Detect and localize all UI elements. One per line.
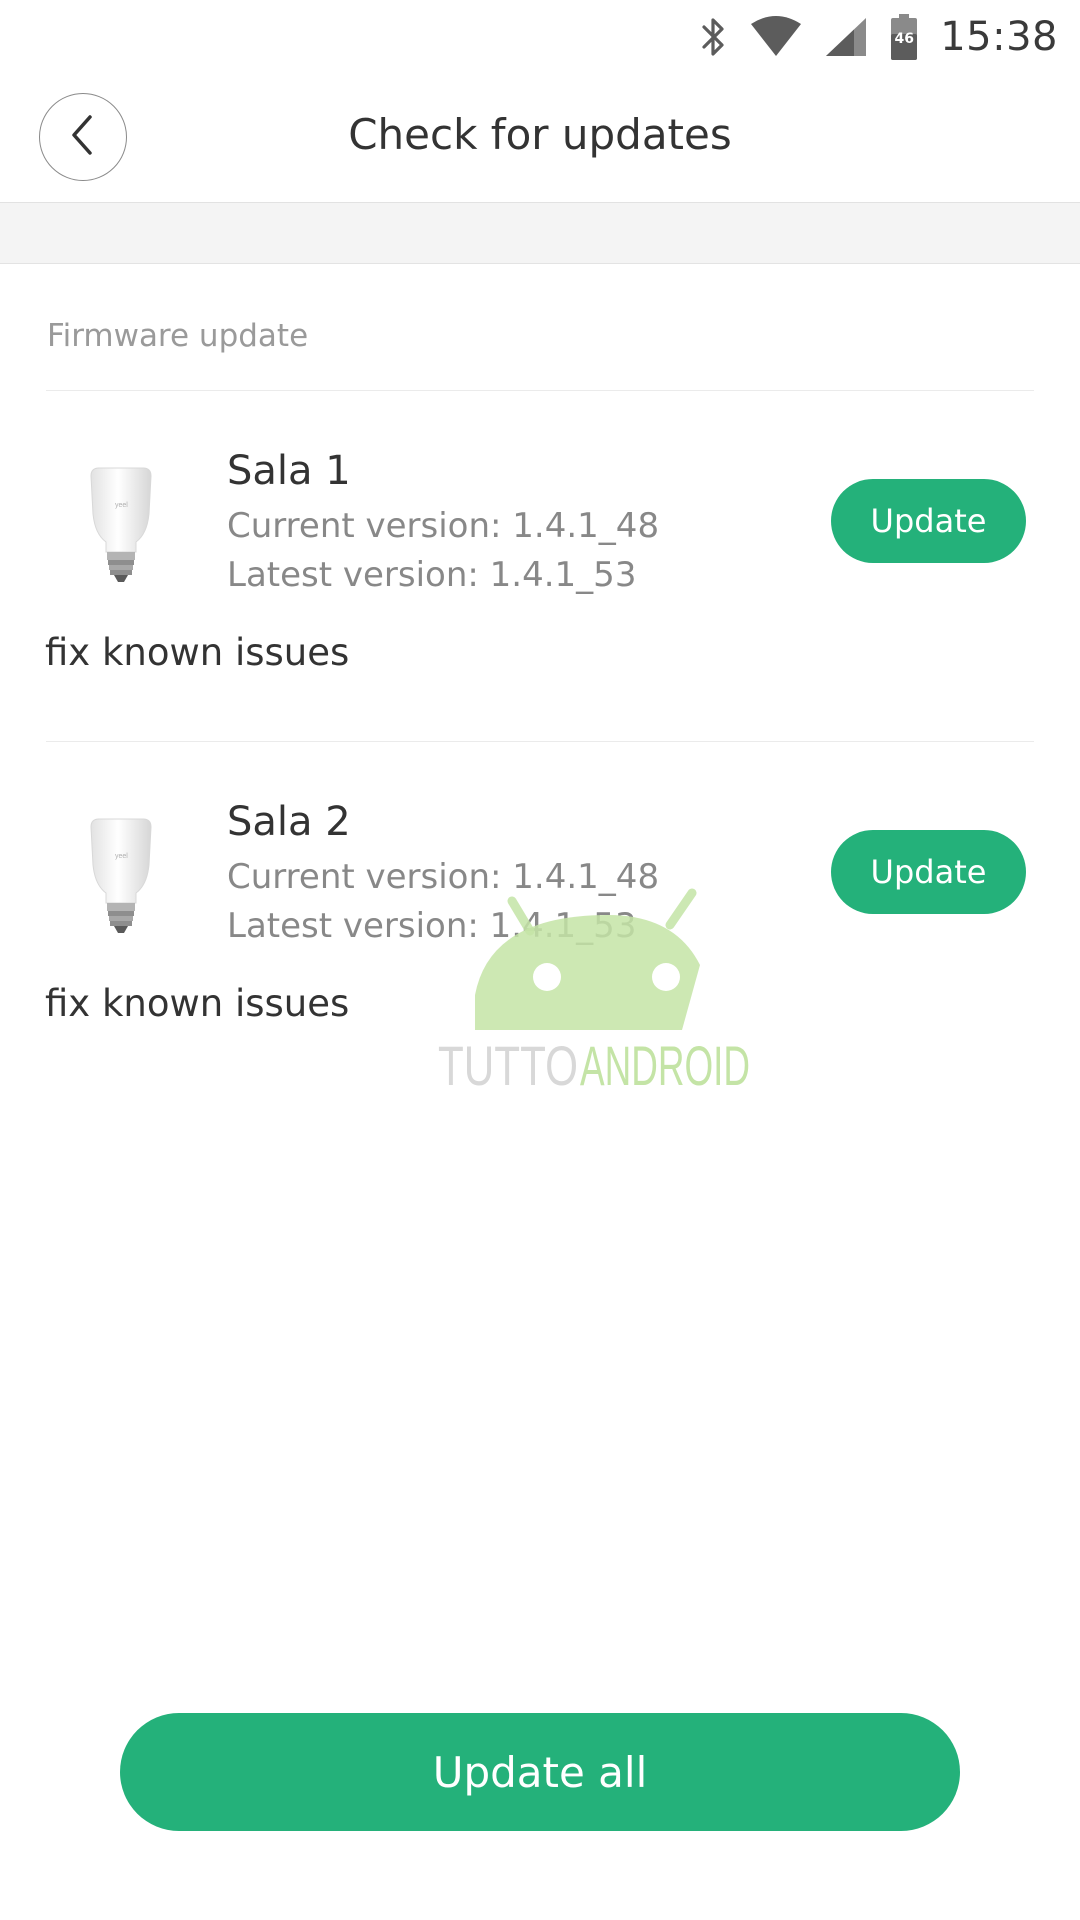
update-button[interactable]: Update — [831, 830, 1026, 914]
release-notes: fix known issues — [45, 631, 350, 674]
divider — [46, 390, 1034, 391]
light-bulb-icon: yeel — [86, 464, 156, 584]
light-bulb-icon: yeel — [86, 815, 156, 935]
header: Check for updates — [0, 76, 1080, 203]
status-time: 15:38 — [940, 14, 1058, 60]
current-version: Current version: 1.4.1_48 — [227, 506, 660, 546]
section-spacer — [0, 203, 1080, 264]
release-notes: fix known issues — [45, 982, 350, 1025]
bluetooth-icon — [698, 15, 728, 59]
device-row-sala-1: yeel Sala 1 Current version: 1.4.1_48 La… — [0, 396, 1080, 674]
page-title: Check for updates — [348, 110, 732, 159]
battery-level: 46 — [894, 31, 914, 47]
update-button[interactable]: Update — [831, 479, 1026, 563]
cellular-signal-icon — [824, 16, 868, 58]
update-all-button[interactable]: Update all — [120, 1713, 960, 1831]
watermark-text-green: ANDROID — [580, 1034, 750, 1095]
status-bar: 46 15:38 — [0, 0, 1080, 76]
watermark-text-dark: TUTTO — [438, 1034, 578, 1095]
wifi-icon — [750, 16, 802, 58]
latest-version: Latest version: 1.4.1_53 — [227, 906, 637, 946]
device-row-sala-2: yeel Sala 2 Current version: 1.4.1_48 La… — [0, 747, 1080, 1025]
status-icons: 46 15:38 — [698, 12, 1058, 62]
latest-version: Latest version: 1.4.1_53 — [227, 555, 637, 595]
section-title: Firmware update — [47, 318, 309, 354]
device-name: Sala 2 — [227, 799, 351, 845]
svg-text:yeel: yeel — [115, 502, 128, 509]
divider — [46, 741, 1034, 742]
battery-icon: 46 — [890, 14, 918, 60]
device-name: Sala 1 — [227, 448, 351, 494]
svg-text:yeel: yeel — [115, 853, 128, 860]
current-version: Current version: 1.4.1_48 — [227, 857, 660, 897]
